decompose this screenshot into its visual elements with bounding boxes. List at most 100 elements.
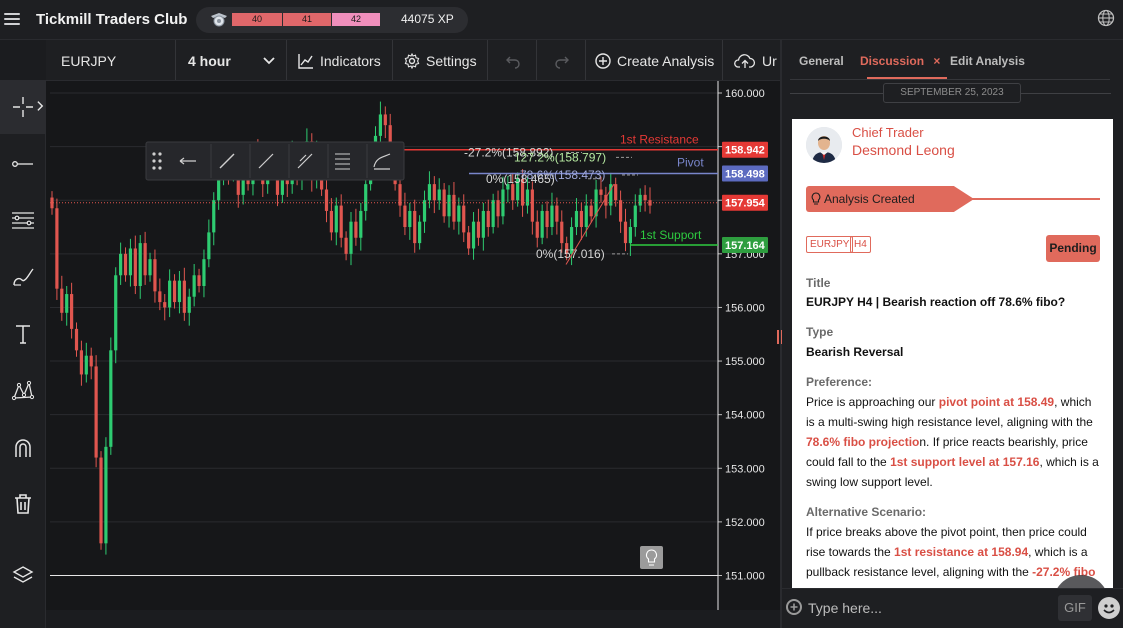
gif-button[interactable]: GIF	[1058, 595, 1092, 621]
create-analysis-label: Create Analysis	[617, 52, 715, 69]
undo-button[interactable]	[489, 40, 537, 80]
layers-tool[interactable]	[0, 548, 46, 602]
chevron-down-icon	[263, 56, 275, 64]
tab-discussion-label: Discussion	[860, 54, 925, 68]
level-segment: 40	[232, 13, 282, 26]
author-name[interactable]: Desmond Leong	[852, 142, 955, 158]
timeframe-dropdown[interactable]: 4 hour	[177, 40, 287, 80]
rank-badge-icon	[211, 13, 227, 27]
drag-handle-dot	[158, 159, 162, 163]
candle-body	[197, 275, 201, 286]
candle-body	[481, 210, 485, 238]
analysis-created-marker: Analysis Created	[806, 186, 974, 212]
level-segment: 41	[283, 13, 331, 26]
y-tick-label: 155.000	[725, 356, 765, 368]
price-chart[interactable]: 160.000159.000158.000157.000156.000155.0…	[46, 81, 780, 610]
candle-body	[182, 280, 186, 313]
candle-body	[471, 221, 476, 249]
ray-tool[interactable]	[0, 137, 46, 191]
timeframe-tag: H4	[850, 236, 871, 253]
drag-handle-dot	[152, 152, 156, 156]
level-label: Pivot	[677, 156, 704, 170]
indicators-button[interactable]: Indicators	[288, 40, 393, 80]
pattern-tool[interactable]	[0, 364, 46, 418]
candle-body	[143, 243, 147, 276]
status-badge: Pending	[1046, 235, 1100, 262]
fib-label: 0%(157.016)	[536, 247, 605, 261]
y-tick-label: 152.000	[725, 517, 765, 529]
plus-icon	[790, 603, 798, 611]
candle-body	[418, 221, 422, 244]
fib-tool[interactable]	[0, 193, 46, 247]
price-chart-area[interactable]: 160.000159.000158.000157.000156.000155.0…	[46, 81, 780, 610]
candle-body	[133, 248, 137, 286]
magnet-tool[interactable]	[0, 421, 46, 475]
candle-body	[550, 205, 554, 228]
create-analysis-button[interactable]: Create Analysis	[587, 40, 723, 80]
candle-body	[437, 189, 441, 201]
candle-body	[511, 184, 515, 201]
fib-label: 127.2%(158.797)	[514, 150, 606, 164]
candle-body	[579, 210, 583, 228]
globe-icon[interactable]	[1097, 9, 1115, 27]
fib-label: 0%(158.465)	[486, 172, 555, 186]
panel-tabs: General Discussion × Edit Analysis	[790, 40, 1110, 80]
candle-body	[99, 457, 103, 544]
symbol-selector[interactable]: EURJPY	[46, 40, 176, 80]
price-tag-label: 158.498	[725, 169, 765, 181]
candle-body	[614, 184, 618, 201]
candle-body	[217, 178, 221, 201]
candle-body	[65, 294, 69, 313]
layers-icon	[12, 566, 34, 583]
menu-icon[interactable]	[4, 10, 20, 26]
candle-body	[202, 259, 206, 286]
message-composer: Type here... GIF	[782, 588, 1123, 628]
candle-body	[378, 114, 383, 136]
delete-drawings-tool[interactable]	[0, 477, 46, 531]
settings-button[interactable]: Settings	[394, 40, 488, 80]
avatar	[806, 127, 842, 163]
upload-button[interactable]: Ur	[724, 40, 780, 80]
candle-body	[467, 232, 471, 249]
candle-body	[501, 189, 505, 217]
timeline-line	[972, 198, 1100, 200]
brush-tool[interactable]	[0, 250, 46, 304]
tab-discussion[interactable]: Discussion ×	[860, 54, 940, 68]
fibonacci-icon	[12, 212, 34, 229]
chevron-right-icon	[37, 101, 44, 111]
candle-body	[192, 275, 196, 297]
tab-general[interactable]: General	[799, 54, 844, 68]
candle-body	[329, 210, 333, 233]
smiley-icon	[1103, 604, 1115, 614]
chart-line-icon	[298, 53, 313, 69]
chart-time-axis	[46, 610, 780, 628]
candle-body	[447, 194, 451, 217]
candle-body	[364, 184, 368, 211]
gear-icon	[404, 52, 420, 69]
candle-body	[109, 350, 113, 447]
redo-icon	[554, 56, 569, 69]
alternative-label: Alternative Scenario:	[806, 505, 927, 519]
candle-body	[207, 232, 211, 260]
author-role: Chief Trader	[852, 125, 924, 140]
crosshair-tool[interactable]	[0, 80, 46, 134]
redo-button[interactable]	[538, 40, 586, 80]
xp-progress: 40 41 42 44075 XP	[196, 7, 468, 33]
trash-icon	[15, 494, 31, 514]
candle-body	[177, 280, 182, 303]
emoji-button[interactable]	[1098, 597, 1120, 619]
candle-body	[530, 189, 534, 222]
candle-body	[422, 200, 427, 222]
date-separator: SEPTEMBER 25, 2023	[883, 83, 1021, 103]
text-tool[interactable]	[0, 307, 46, 361]
candle-body	[540, 210, 544, 238]
tab-edit-analysis[interactable]: Edit Analysis	[950, 54, 1025, 68]
add-attachment-button[interactable]	[786, 599, 802, 615]
candle-body	[344, 237, 348, 254]
lightbulb-icon	[811, 192, 821, 205]
drag-handle-dot	[158, 152, 162, 156]
message-input[interactable]: Type here...	[808, 600, 882, 616]
candle-body	[212, 200, 216, 233]
preference-text: Price is approaching our pivot point at …	[806, 395, 1099, 489]
close-icon[interactable]: ×	[933, 54, 940, 68]
